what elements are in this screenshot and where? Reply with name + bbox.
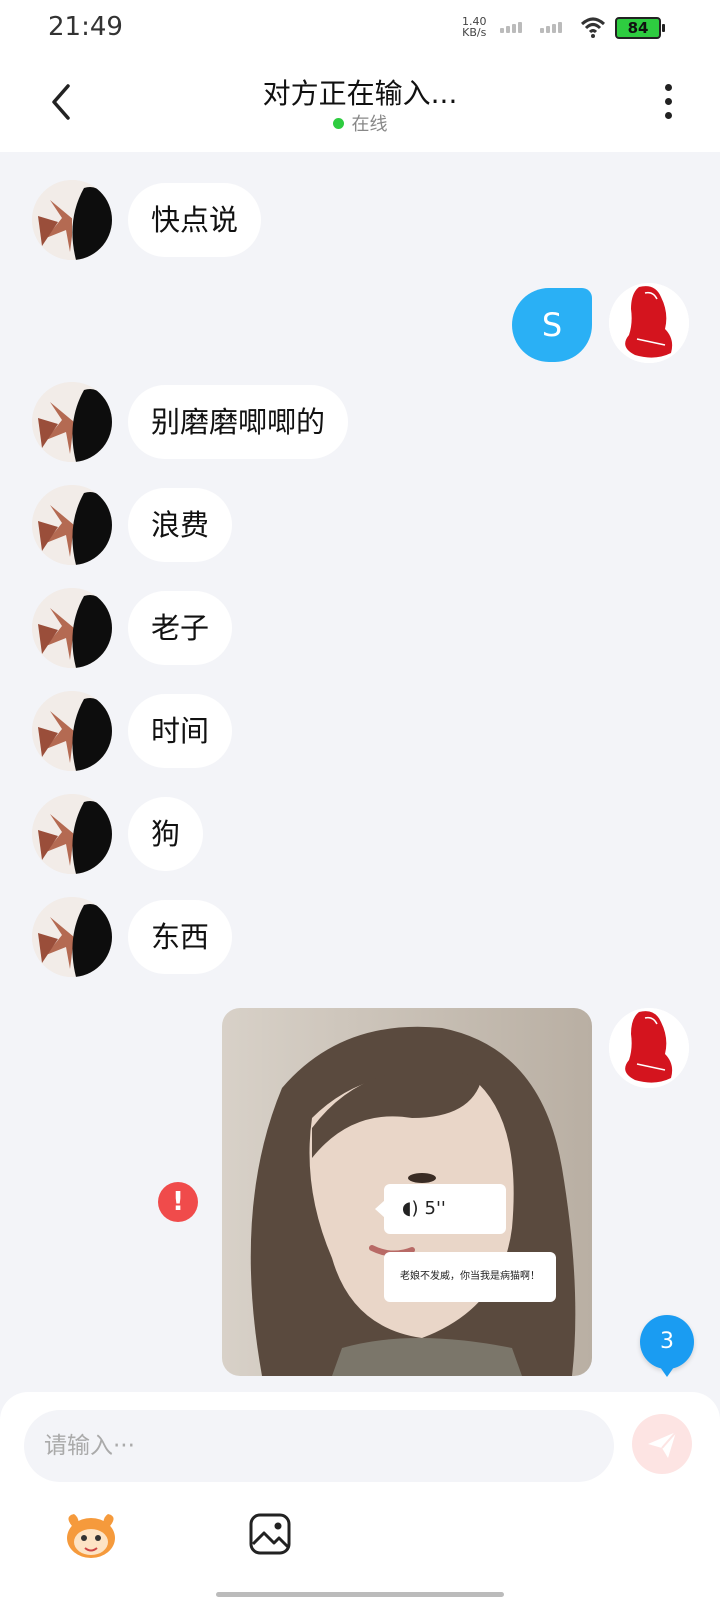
message-row: 别磨磨唧唧的 (0, 382, 720, 462)
message-row: 东西 (0, 897, 720, 977)
contact-avatar[interactable] (32, 180, 112, 260)
online-status: 在线 (0, 110, 720, 136)
message-list[interactable]: 快点说 S 别磨磨唧唧的 浪费 老子 时间 狗 东西 ◖) 5'' 老娘不发威，… (0, 152, 720, 1392)
message-bubble[interactable]: 狗 (128, 797, 204, 871)
unread-count-badge[interactable]: 3 (640, 1315, 694, 1377)
send-icon (648, 1431, 677, 1458)
wifi-icon (580, 17, 606, 38)
message-bubble[interactable]: 浪费 (128, 488, 233, 562)
chat-title: 对方正在输入... (262, 77, 458, 110)
image-caption-card: 老娘不发威，你当我是病猫啊！ (384, 1252, 556, 1302)
contact-avatar[interactable] (32, 485, 112, 565)
voice-duration: 5'' (424, 1198, 446, 1219)
status-time: 21:49 (48, 12, 123, 42)
my-avatar-partial (610, 152, 680, 154)
send-failed-icon[interactable]: ! (158, 1182, 198, 1222)
online-dot-icon (332, 118, 344, 129)
send-button[interactable] (632, 1414, 692, 1474)
signal-icon (540, 22, 562, 33)
message-row: 狗 (0, 794, 720, 874)
chat-header: 对方正在输入... 在线 (0, 56, 720, 152)
image-icon[interactable] (248, 1512, 292, 1556)
sent-message-bubble[interactable]: S (512, 288, 592, 362)
status-bar: 21:49 1.40 KB/s 84 (0, 0, 720, 56)
message-bubble[interactable]: 别磨磨唧唧的 (128, 385, 349, 459)
message-row: 浪费 (0, 485, 720, 565)
contact-avatar[interactable] (32, 588, 112, 668)
voice-overlay-card: ◖) 5'' (375, 1184, 506, 1234)
contact-avatar[interactable] (32, 691, 112, 771)
message-input[interactable] (24, 1410, 614, 1482)
my-avatar[interactable] (609, 283, 689, 363)
image-message[interactable]: ◖) 5'' 老娘不发威，你当我是病猫啊！ (222, 1008, 592, 1376)
network-speed-unit: KB/s (462, 26, 487, 39)
more-icon[interactable] (664, 84, 674, 124)
home-indicator[interactable] (216, 1592, 504, 1597)
contact-avatar[interactable] (32, 794, 112, 874)
my-avatar[interactable] (609, 1008, 689, 1088)
online-status-label: 在线 (351, 114, 388, 135)
network-speed: 1.40 KB/s (462, 16, 487, 38)
message-bubble[interactable]: 快点说 (128, 183, 262, 257)
signal-icon (500, 22, 522, 33)
message-bubble[interactable]: 时间 (128, 694, 233, 768)
message-bubble[interactable]: 老子 (128, 591, 233, 665)
battery-icon: 84 (615, 17, 665, 39)
contact-avatar[interactable] (32, 897, 112, 977)
contact-avatar[interactable] (32, 382, 112, 462)
emoji-icon[interactable] (60, 1508, 122, 1562)
message-row: 老子 (0, 588, 720, 668)
message-row: 快点说 (0, 180, 720, 260)
message-bubble[interactable]: 东西 (128, 900, 233, 974)
composer-panel (0, 1392, 720, 1600)
sound-wave-icon: ◖) (402, 1198, 419, 1219)
message-row: 时间 (0, 691, 720, 771)
